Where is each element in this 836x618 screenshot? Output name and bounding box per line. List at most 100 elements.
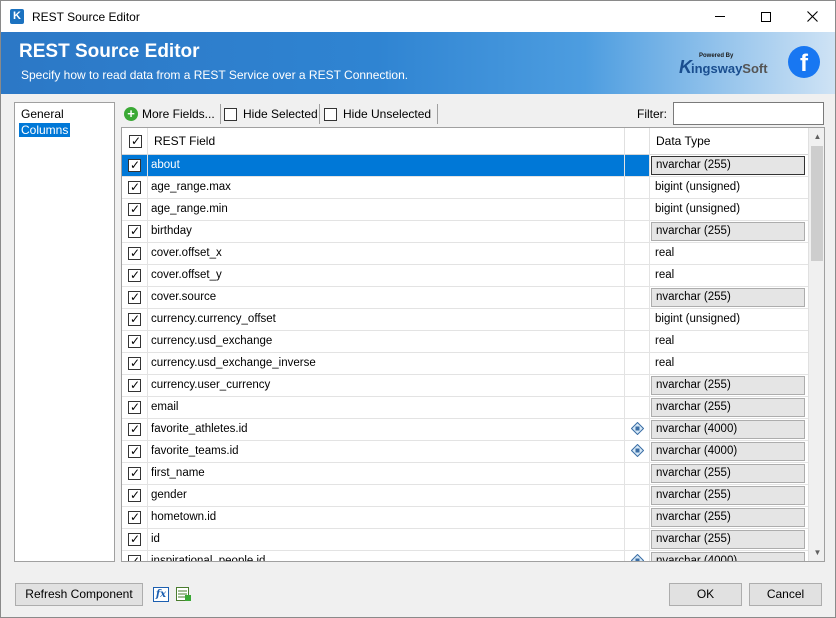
- rest-field-cell[interactable]: first_name: [147, 463, 624, 484]
- data-type-value[interactable]: nvarchar (4000): [651, 420, 805, 439]
- data-type-cell[interactable]: real: [649, 353, 808, 374]
- table-row[interactable]: ✓ age_range.max bigint (unsigned): [122, 177, 808, 199]
- row-checkbox[interactable]: ✓: [128, 313, 141, 326]
- data-type-cell[interactable]: nvarchar (255): [649, 529, 808, 550]
- data-type-cell[interactable]: nvarchar (4000): [649, 441, 808, 462]
- rest-field-cell[interactable]: id: [147, 529, 624, 550]
- row-checkbox[interactable]: ✓: [128, 357, 141, 370]
- data-type-cell[interactable]: nvarchar (255): [649, 221, 808, 242]
- data-type-value[interactable]: nvarchar (255): [651, 222, 805, 241]
- data-type-value[interactable]: nvarchar (255): [651, 508, 805, 527]
- nav-item-general[interactable]: General: [19, 107, 66, 121]
- title-bar[interactable]: K REST Source Editor: [1, 1, 835, 32]
- data-type-cell[interactable]: bigint (unsigned): [649, 309, 808, 330]
- diamond-icon[interactable]: [631, 554, 644, 562]
- data-type-cell[interactable]: nvarchar (255): [649, 155, 808, 176]
- rest-field-cell[interactable]: gender: [147, 485, 624, 506]
- row-checkbox[interactable]: ✓: [128, 401, 141, 414]
- row-checkbox[interactable]: ✓: [128, 247, 141, 260]
- data-type-value[interactable]: nvarchar (255): [651, 486, 805, 505]
- table-row[interactable]: ✓ first_name nvarchar (255): [122, 463, 808, 485]
- table-row[interactable]: ✓ currency.usd_exchange real: [122, 331, 808, 353]
- more-fields-button[interactable]: + More Fields...: [124, 105, 215, 123]
- data-type-cell[interactable]: nvarchar (255): [649, 463, 808, 484]
- row-checkbox[interactable]: ✓: [128, 555, 141, 561]
- table-row[interactable]: ✓ favorite_teams.id nvarchar (4000): [122, 441, 808, 463]
- diamond-icon[interactable]: [631, 422, 644, 435]
- table-row[interactable]: ✓ about nvarchar (255): [122, 155, 808, 177]
- table-row[interactable]: ✓ cover.offset_x real: [122, 243, 808, 265]
- table-row[interactable]: ✓ id nvarchar (255): [122, 529, 808, 551]
- table-row[interactable]: ✓ gender nvarchar (255): [122, 485, 808, 507]
- table-row[interactable]: ✓ favorite_athletes.id nvarchar (4000): [122, 419, 808, 441]
- scroll-thumb[interactable]: [811, 146, 823, 261]
- maximize-button[interactable]: [743, 1, 789, 32]
- data-type-cell[interactable]: nvarchar (255): [649, 397, 808, 418]
- data-type-cell[interactable]: nvarchar (255): [649, 375, 808, 396]
- table-row[interactable]: ✓ hometown.id nvarchar (255): [122, 507, 808, 529]
- row-checkbox[interactable]: ✓: [128, 269, 141, 282]
- table-row[interactable]: ✓ age_range.min bigint (unsigned): [122, 199, 808, 221]
- fx-icon[interactable]: fx: [153, 587, 169, 602]
- row-checkbox[interactable]: ✓: [128, 423, 141, 436]
- rest-field-cell[interactable]: currency.currency_offset: [147, 309, 624, 330]
- data-type-value[interactable]: nvarchar (4000): [651, 552, 805, 561]
- data-type-cell[interactable]: real: [649, 331, 808, 352]
- rest-field-cell[interactable]: age_range.min: [147, 199, 624, 220]
- rest-field-cell[interactable]: currency.usd_exchange: [147, 331, 624, 352]
- row-checkbox[interactable]: ✓: [128, 533, 141, 546]
- hide-unselected-checkbox[interactable]: Hide Unselected: [324, 105, 431, 123]
- row-checkbox[interactable]: ✓: [128, 225, 141, 238]
- filter-input[interactable]: [673, 102, 824, 125]
- column-header-type[interactable]: Data Type: [649, 128, 808, 155]
- table-row[interactable]: ✓ currency.currency_offset bigint (unsigne…: [122, 309, 808, 331]
- rest-field-cell[interactable]: currency.usd_exchange_inverse: [147, 353, 624, 374]
- rest-field-cell[interactable]: email: [147, 397, 624, 418]
- row-checkbox[interactable]: ✓: [128, 291, 141, 304]
- close-button[interactable]: [789, 1, 835, 32]
- rest-field-cell[interactable]: hometown.id: [147, 507, 624, 528]
- rest-field-cell[interactable]: cover.source: [147, 287, 624, 308]
- table-row[interactable]: ✓ inspirational_people.id nvarchar (4000): [122, 551, 808, 562]
- minimize-button[interactable]: [697, 1, 743, 32]
- rest-field-cell[interactable]: birthday: [147, 221, 624, 242]
- row-checkbox[interactable]: ✓: [128, 159, 141, 172]
- data-type-cell[interactable]: nvarchar (255): [649, 287, 808, 308]
- data-type-cell[interactable]: nvarchar (255): [649, 507, 808, 528]
- rest-field-cell[interactable]: cover.offset_y: [147, 265, 624, 286]
- table-row[interactable]: ✓ email nvarchar (255): [122, 397, 808, 419]
- spreadsheet-icon[interactable]: [176, 587, 192, 602]
- row-checkbox[interactable]: ✓: [128, 335, 141, 348]
- vertical-scrollbar[interactable]: ▲ ▼: [808, 128, 824, 561]
- nav-item-columns[interactable]: Columns: [19, 123, 71, 137]
- data-type-value[interactable]: nvarchar (255): [651, 530, 805, 549]
- data-type-value[interactable]: nvarchar (255): [651, 464, 805, 483]
- data-type-value[interactable]: nvarchar (4000): [651, 442, 805, 461]
- diamond-icon[interactable]: [631, 444, 644, 457]
- row-checkbox[interactable]: ✓: [128, 489, 141, 502]
- rest-field-cell[interactable]: favorite_teams.id: [147, 441, 624, 462]
- row-checkbox[interactable]: ✓: [128, 203, 141, 216]
- hide-selected-box[interactable]: [224, 107, 237, 121]
- data-type-value[interactable]: nvarchar (255): [651, 288, 805, 307]
- ok-button[interactable]: OK: [669, 583, 742, 606]
- select-all-checkbox[interactable]: ✓: [129, 135, 142, 148]
- rest-field-cell[interactable]: inspirational_people.id: [147, 551, 624, 561]
- row-checkbox[interactable]: ✓: [128, 181, 141, 194]
- data-type-cell[interactable]: bigint (unsigned): [649, 177, 808, 198]
- data-type-cell[interactable]: real: [649, 243, 808, 264]
- table-row[interactable]: ✓ cover.offset_y real: [122, 265, 808, 287]
- rest-field-cell[interactable]: currency.user_currency: [147, 375, 624, 396]
- table-row[interactable]: ✓ cover.source nvarchar (255): [122, 287, 808, 309]
- table-row[interactable]: ✓ birthday nvarchar (255): [122, 221, 808, 243]
- refresh-component-button[interactable]: Refresh Component: [15, 583, 143, 606]
- row-checkbox[interactable]: ✓: [128, 467, 141, 480]
- hide-unselected-box[interactable]: [324, 107, 337, 121]
- scroll-down-icon[interactable]: ▼: [809, 544, 824, 561]
- data-type-cell[interactable]: nvarchar (4000): [649, 551, 808, 561]
- cancel-button[interactable]: Cancel: [749, 583, 822, 606]
- table-row[interactable]: ✓ currency.usd_exchange_inverse real: [122, 353, 808, 375]
- rest-field-cell[interactable]: age_range.max: [147, 177, 624, 198]
- rest-field-cell[interactable]: about: [147, 155, 624, 176]
- data-type-cell[interactable]: nvarchar (4000): [649, 419, 808, 440]
